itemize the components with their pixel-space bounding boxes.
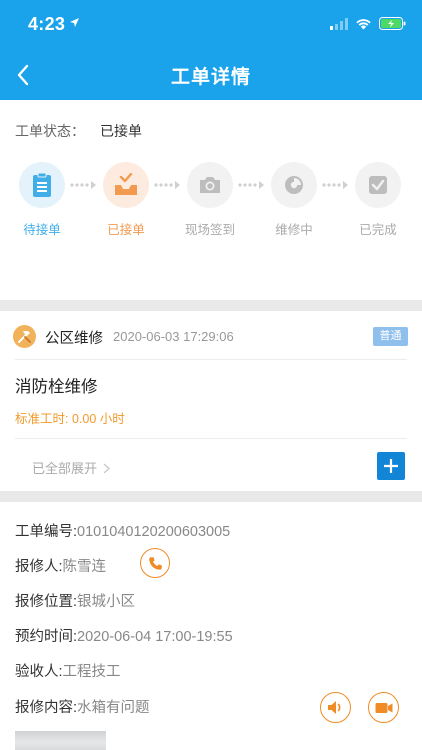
- detail-value: 陈雪连: [62, 559, 107, 575]
- step-label: 现场签到: [184, 223, 235, 237]
- speaker-icon: [328, 701, 341, 714]
- detail-value: 2020-06-04 17:00-19:55: [77, 629, 233, 645]
- status-time: 4:23: [28, 14, 66, 34]
- step-label: 已完成: [359, 223, 397, 237]
- detail-appointment: 预约时间:2020-06-04 17:00-19:55: [15, 625, 233, 646]
- progress-arrow: [238, 181, 264, 189]
- order-created-time: 2020-06-03 17:29:06: [113, 329, 234, 344]
- step-circle: [103, 162, 149, 208]
- detail-label: 工单编号:: [15, 524, 78, 540]
- detail-value: 水箱有问题: [77, 700, 150, 716]
- plus-icon: [384, 459, 398, 473]
- detail-label: 报修内容:: [15, 700, 78, 716]
- page-title: 工单详情: [170, 67, 251, 88]
- divider: [15, 438, 407, 439]
- detail-location: 报修位置:银城小区: [15, 590, 135, 611]
- call-reporter-button[interactable]: [140, 548, 170, 578]
- play-audio-button[interactable]: [320, 692, 351, 723]
- step-circle: [271, 162, 317, 208]
- detail-inspector: 验收人:工程技工: [15, 660, 121, 681]
- detail-label: 报修人:: [15, 559, 63, 575]
- detail-label: 验收人:: [15, 664, 63, 680]
- attachment-photo-thumbnail[interactable]: [15, 731, 106, 750]
- expand-toggle[interactable]: 已全部展开: [32, 458, 110, 477]
- progress-arrow: [70, 181, 96, 189]
- priority-badge: 普通: [373, 327, 408, 346]
- inbox-icon: [115, 173, 137, 195]
- divider: [15, 359, 407, 360]
- wifi-icon: [356, 19, 371, 30]
- detail-value: 银城小区: [77, 594, 136, 610]
- detail-label: 报修位置:: [15, 594, 78, 610]
- expand-label: 已全部展开: [32, 461, 98, 476]
- check-box-icon: [369, 176, 387, 194]
- clipboard-icon: [33, 172, 51, 197]
- step-circle: [19, 162, 65, 208]
- step-label: 待接单: [23, 223, 61, 237]
- status-bar: 4:23: [0, 0, 422, 44]
- step-label: 维修中: [275, 223, 313, 237]
- order-status-value: 已接单: [100, 123, 142, 139]
- detail-content: 报修内容:水箱有问题: [15, 696, 150, 717]
- step-completed: 已完成: [348, 162, 408, 238]
- repair-icon: [285, 176, 303, 194]
- chevron-right-icon: [103, 463, 110, 474]
- detail-reporter: 报修人:陈雪连: [15, 555, 106, 576]
- phone-icon: [148, 556, 162, 570]
- camera-icon: [200, 177, 220, 193]
- order-title: 消防栓维修: [15, 378, 98, 396]
- detail-label: 预约时间:: [15, 629, 78, 645]
- order-status-label: 工单状态：: [15, 123, 85, 139]
- step-pending-accept: 待接单: [12, 162, 72, 238]
- app-header: 4:23 工单详情: [0, 0, 422, 100]
- order-status-card: 工单状态： 已接单 待接单 已接单 现场签到 维修中 已完成: [0, 100, 422, 300]
- hammer-wrench-icon: [13, 325, 36, 348]
- standard-hours: 标准工时: 0.00 小时: [15, 412, 125, 426]
- location-arrow-icon: [70, 18, 79, 27]
- detail-value: 工程技工: [62, 664, 121, 680]
- play-video-button[interactable]: [368, 692, 399, 723]
- detail-order-no: 工单编号:0101040120200603005: [15, 520, 230, 541]
- cellular-signal-icon: [330, 18, 348, 30]
- step-label: 已接单: [107, 223, 145, 237]
- step-circle: [355, 162, 401, 208]
- step-accepted: 已接单: [96, 162, 156, 238]
- step-onsite-checkin: 现场签到: [180, 162, 240, 238]
- order-status-row: 工单状态： 已接单: [15, 121, 142, 141]
- progress-arrow: [322, 181, 348, 189]
- add-button[interactable]: [377, 452, 405, 480]
- detail-value: 0101040120200603005: [77, 524, 231, 540]
- battery-charging-icon: [379, 17, 406, 30]
- step-repairing: 维修中: [264, 162, 324, 238]
- order-type: 公区维修: [45, 331, 103, 347]
- progress-arrow: [154, 181, 180, 189]
- step-circle: [187, 162, 233, 208]
- video-camera-icon: [375, 702, 392, 713]
